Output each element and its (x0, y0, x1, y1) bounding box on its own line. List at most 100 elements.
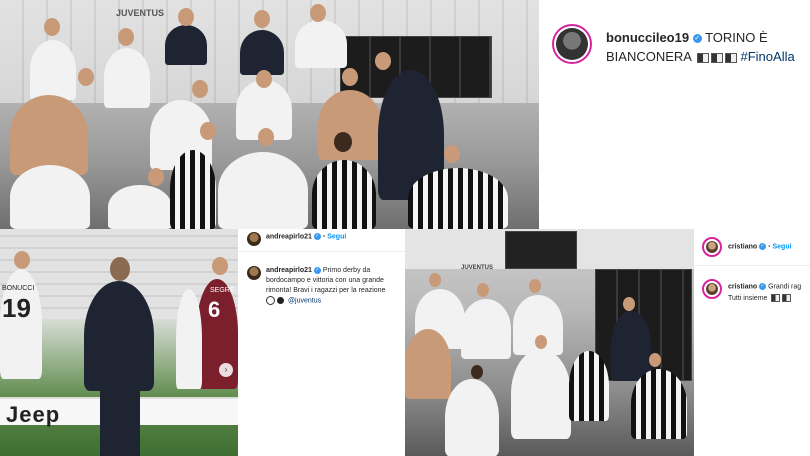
player (176, 289, 202, 389)
coach-figure (84, 281, 154, 391)
player-head (118, 28, 134, 46)
coach-legs (100, 389, 140, 456)
flag-icon (710, 52, 723, 63)
player-head (444, 145, 460, 163)
avatar[interactable] (702, 237, 722, 257)
player (10, 165, 90, 229)
player (30, 40, 76, 100)
player-shirtless (10, 95, 88, 175)
avatar[interactable] (247, 232, 261, 246)
post-panel-bonucci: bonuccileo19 ✓ TORINO È BIANCONERA #Fino… (539, 0, 810, 229)
player (312, 160, 376, 229)
hashtag-link[interactable]: #FinoAlla (741, 49, 795, 64)
locker-room-photo-bottom: JUVENTUS (405, 229, 694, 456)
player-head (529, 279, 541, 293)
username-link[interactable]: bonuccileo19 (606, 30, 689, 45)
player (408, 168, 508, 229)
player (104, 48, 150, 108)
caption-line2: BIANCONERA (606, 49, 692, 64)
post-header: cristiano ✓ • Segui (728, 243, 792, 250)
verified-badge-icon: ✓ (759, 243, 767, 250)
username-link[interactable]: andreapirlo21 (266, 267, 312, 274)
flag-icon (696, 52, 709, 63)
player-head (178, 8, 194, 26)
player-head (78, 68, 94, 86)
verified-badge-icon: ✓ (313, 266, 321, 274)
player-head (334, 132, 352, 152)
follow-button[interactable]: Segui (773, 243, 792, 250)
player-head (623, 297, 635, 311)
caption-line2: Tutti insieme (728, 294, 768, 302)
verified-badge-icon: ✓ (692, 34, 702, 44)
coach-head (110, 257, 130, 281)
avatar[interactable] (552, 24, 592, 64)
player-head (44, 18, 60, 36)
shirt-name: SEGRE (210, 287, 235, 294)
ad-board-text: Jeep (6, 402, 61, 427)
wall-logo: JUVENTUS (116, 8, 164, 18)
avatar[interactable] (247, 266, 261, 280)
avatar-image (706, 283, 718, 295)
black-circle-icon (277, 297, 284, 304)
player-head (254, 10, 270, 28)
staff-member (240, 30, 284, 75)
player (631, 369, 687, 439)
username-link[interactable]: andreapirlo21 (266, 233, 312, 240)
wall-logo-text: JUVENTUS (461, 265, 494, 271)
divider (694, 265, 810, 266)
caption-line2-row: Tutti insieme (728, 294, 792, 302)
dot-separator: • (768, 243, 771, 251)
verified-badge-icon: ✓ (759, 283, 767, 290)
player-head (148, 168, 164, 186)
player-shirtless (318, 90, 382, 160)
caption-block: andreapirlo21 ✓ Primo derby da bordocamp… (266, 266, 400, 306)
player-head (256, 70, 272, 88)
next-arrow-icon[interactable]: › (219, 363, 233, 377)
shirt-name: BONUCCI (2, 285, 35, 292)
player-head (649, 353, 661, 367)
jersey-number: 19 (2, 293, 31, 323)
verified-badge-icon: ✓ (313, 233, 321, 240)
staff-member (611, 311, 651, 381)
wall-logo-text: JUVENTUS (116, 8, 165, 18)
player (461, 299, 511, 359)
player-head (310, 4, 326, 22)
pitch-photo: Jeep 19 BONUCCI 6 SEGRE › (0, 229, 238, 456)
player (511, 349, 571, 439)
mention-link[interactable]: @juventus (288, 297, 321, 304)
flag-icon (724, 52, 737, 63)
jersey-number: 6 (208, 297, 221, 322)
staff-member (165, 25, 207, 65)
player-shirtless (405, 329, 451, 399)
player-head (477, 283, 489, 297)
player (170, 150, 216, 229)
caption-line2-row: BIANCONERA #FinoAlla (606, 49, 795, 64)
player (445, 379, 499, 456)
locker-room-photo-top: JUVENTUS (0, 0, 539, 229)
caption-line1: TORINO È (705, 30, 768, 45)
avatar[interactable] (702, 279, 722, 299)
follow-button[interactable]: Segui (327, 233, 346, 240)
caption-line1-row: cristiano ✓ Grandi rag (728, 283, 801, 290)
player (295, 20, 347, 68)
player-head (375, 52, 391, 70)
player-head (342, 68, 358, 86)
avatar-image (556, 28, 588, 60)
player (569, 351, 609, 421)
dot-separator: • (322, 233, 326, 241)
post-panel-cristiano: cristiano ✓ • Segui cristiano ✓ Grandi r… (694, 229, 810, 456)
white-circle-icon (266, 296, 275, 305)
username-link[interactable]: cristiano (728, 243, 757, 250)
post-header: bonuccileo19 ✓ TORINO È (606, 30, 768, 45)
player-head (192, 80, 208, 98)
player-head (471, 365, 483, 379)
caption-line1: Grandi rag (768, 283, 802, 291)
player-head (535, 335, 547, 349)
avatar-image (706, 241, 718, 253)
post-panel-pirlo: andreapirlo21 ✓ • Segui andreapirlo21 ✓ … (238, 229, 405, 456)
flag-icon (771, 294, 781, 302)
flag-icon (782, 294, 792, 302)
username-link[interactable]: cristiano (728, 283, 757, 290)
player-head (14, 251, 30, 269)
player (108, 185, 172, 229)
